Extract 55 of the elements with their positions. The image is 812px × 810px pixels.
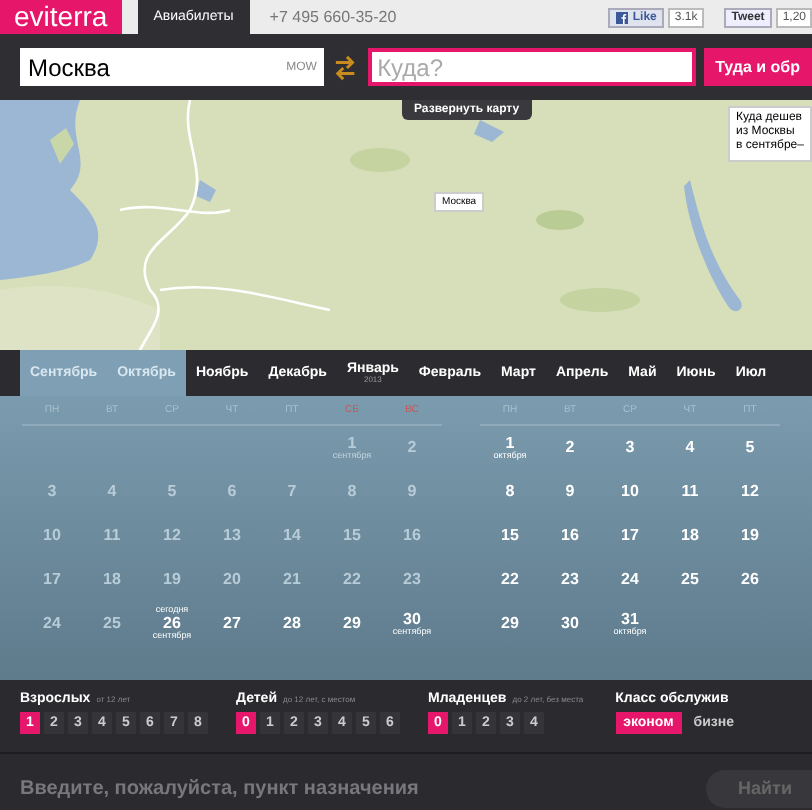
swap-icon[interactable] (334, 51, 358, 83)
calendar-day: 3 (22, 484, 82, 500)
calendar-day[interactable]: 19 (720, 528, 780, 544)
calendar-day[interactable]: 2 (540, 440, 600, 456)
calendar-day[interactable]: 27 (202, 616, 262, 632)
calendar-day: 25 (82, 616, 142, 632)
calendar-day[interactable]: 22 (480, 572, 540, 588)
calendar-day[interactable]: 3 (600, 440, 660, 456)
calendar-day: 6 (202, 484, 262, 500)
calendar-day: 12 (142, 528, 202, 544)
calendar-day[interactable]: 12 (720, 484, 780, 500)
calendar-day: 20 (202, 572, 262, 588)
calendar-day[interactable]: 15 (480, 528, 540, 544)
calendar-day: 10 (22, 528, 82, 544)
facebook-icon (616, 11, 629, 23)
destination-field[interactable]: Куда? (367, 48, 696, 86)
calendar-day[interactable]: 8 (480, 484, 540, 500)
calendar-day[interactable]: 28 (262, 616, 322, 632)
calendar-day: 14 (262, 528, 322, 544)
calendar-day: 21 (262, 572, 322, 588)
calendar-day[interactable]: 24 (600, 572, 660, 588)
calendar-day[interactable]: 11 (660, 484, 720, 500)
calendar-day: 18 (82, 572, 142, 588)
calendar-day: 19 (142, 572, 202, 588)
calendar-day[interactable]: 18 (660, 528, 720, 544)
calendar-day: 7 (262, 484, 322, 500)
status-message: Введите, пожалуйста, пункт назначения (20, 777, 419, 799)
calendar-day: 22 (322, 572, 382, 588)
calendar-day[interactable]: 29 (480, 616, 540, 632)
calendar-day: 11 (82, 528, 142, 544)
calendar-day: 15 (322, 528, 382, 544)
calendar-day[interactable]: 9 (540, 484, 600, 500)
round-trip-button[interactable]: Туда и обр (703, 48, 812, 86)
calendar-day: 2 (382, 440, 442, 456)
calendar-day[interactable]: 25 (660, 572, 720, 588)
calendar-day: 16 (382, 528, 442, 544)
calendar-day: 5 (142, 484, 202, 500)
calendar-day[interactable]: 30 (540, 616, 600, 632)
calendar-day: 13 (202, 528, 262, 544)
calendar-day: 4 (82, 484, 142, 500)
calendar-day[interactable]: 29 (322, 616, 382, 632)
phone-number: +7 495 660-35-20 (269, 8, 397, 26)
calendar-day: 8 (322, 484, 382, 500)
calendar-day: 24 (22, 616, 82, 632)
logo[interactable]: eviterra (0, 0, 122, 34)
calendar-day[interactable]: 17 (600, 528, 660, 544)
calendar-day[interactable]: 5 (720, 440, 780, 456)
calendar-day: 23 (382, 572, 442, 588)
calendar-day: 17 (22, 572, 82, 588)
calendar-day[interactable]: 4 (660, 440, 720, 456)
calendar-day: 9 (382, 484, 442, 500)
calendar-day[interactable]: 26 (720, 572, 780, 588)
calendar-day[interactable]: 10 (600, 484, 660, 500)
calendar-day[interactable]: 16 (540, 528, 600, 544)
calendar-day[interactable]: 23 (540, 572, 600, 588)
